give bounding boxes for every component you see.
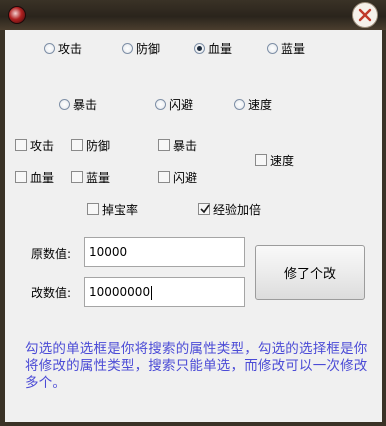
- checkbox-box[interactable]: [71, 139, 83, 151]
- checkbox-label: 经验加倍: [213, 202, 262, 217]
- window-frame-bottom: [0, 422, 386, 426]
- checkbox-box[interactable]: [15, 139, 27, 151]
- checkbox-modify-mp[interactable]: 蓝量: [71, 168, 110, 186]
- radio-search-defense[interactable]: 防御: [122, 39, 160, 57]
- checkbox-label: 闪避: [173, 170, 198, 185]
- checkbox-modify-hp[interactable]: 血量: [15, 168, 54, 186]
- app-logo-icon: [8, 6, 26, 24]
- radio-search-dodge[interactable]: 闪避: [155, 95, 193, 113]
- radio-indicator[interactable]: [122, 42, 133, 54]
- checkbox-box[interactable]: [87, 203, 99, 215]
- radio-label: 血量: [208, 41, 233, 56]
- modified-value-label: 改数值:: [31, 286, 72, 300]
- checkbox-modify-attack[interactable]: 攻击: [15, 136, 54, 154]
- radio-search-speed[interactable]: 速度: [234, 95, 272, 113]
- modify-button-label: 修了个改: [283, 267, 336, 282]
- checkbox-label: 暴击: [173, 138, 198, 153]
- checkbox-label: 血量: [30, 170, 55, 185]
- title-bar: [0, 0, 386, 30]
- radio-label: 闪避: [169, 97, 194, 112]
- checkbox-modify-defense[interactable]: 防御: [71, 136, 110, 154]
- checkbox-label: 防御: [86, 138, 111, 153]
- radio-indicator[interactable]: [59, 98, 70, 110]
- text-caret: [151, 285, 153, 300]
- checkbox-box[interactable]: [158, 171, 170, 183]
- radio-indicator[interactable]: [234, 98, 245, 110]
- radio-label: 蓝量: [281, 41, 306, 56]
- modified-value-text: 10000000: [89, 285, 151, 299]
- checkbox-modify-dodge[interactable]: 闪避: [158, 168, 197, 186]
- radio-label: 攻击: [58, 41, 83, 56]
- checkbox-modify-exp-double[interactable]: 经验加倍: [198, 200, 261, 218]
- modified-value-input[interactable]: 10000000: [84, 277, 245, 307]
- radio-indicator[interactable]: [267, 42, 278, 54]
- radio-label: 速度: [248, 97, 273, 112]
- checkbox-box-checked[interactable]: [198, 203, 210, 215]
- modify-button[interactable]: 修了个改: [255, 245, 365, 300]
- checkbox-box[interactable]: [158, 139, 170, 151]
- checkbox-modify-crit[interactable]: 暴击: [158, 136, 197, 154]
- close-icon: [358, 8, 372, 22]
- instructions-text: 勾选的单选框是你将搜索的属性类型，勾选的选择框是你将修改的属性类型，搜索只能单选…: [25, 341, 368, 391]
- window-frame-right: [382, 30, 386, 426]
- radio-search-attack[interactable]: 攻击: [44, 39, 82, 57]
- radio-indicator[interactable]: [155, 98, 166, 110]
- original-value-input[interactable]: 10000: [84, 237, 245, 267]
- checkbox-label: 速度: [270, 153, 295, 168]
- checkbox-box[interactable]: [255, 154, 267, 166]
- radio-indicator[interactable]: [44, 42, 55, 54]
- radio-search-crit[interactable]: 暴击: [59, 95, 97, 113]
- checkbox-modify-speed[interactable]: 速度: [255, 151, 294, 169]
- checkmark-icon: [200, 204, 210, 214]
- original-value-label: 原数值:: [31, 247, 72, 261]
- checkbox-box[interactable]: [71, 171, 83, 183]
- checkbox-label: 蓝量: [86, 170, 111, 185]
- original-value-text: 10000: [89, 245, 128, 259]
- radio-search-mp[interactable]: 蓝量: [267, 39, 305, 57]
- checkbox-label: 掉宝率: [102, 202, 139, 217]
- checkbox-modify-drop-rate[interactable]: 掉宝率: [87, 200, 138, 218]
- radio-search-hp[interactable]: 血量: [194, 39, 232, 57]
- checkbox-box[interactable]: [15, 171, 27, 183]
- close-button[interactable]: [352, 2, 378, 28]
- radio-indicator-selected[interactable]: [194, 42, 205, 54]
- radio-label: 暴击: [73, 97, 98, 112]
- checkbox-label: 攻击: [30, 138, 55, 153]
- radio-label: 防御: [136, 41, 161, 56]
